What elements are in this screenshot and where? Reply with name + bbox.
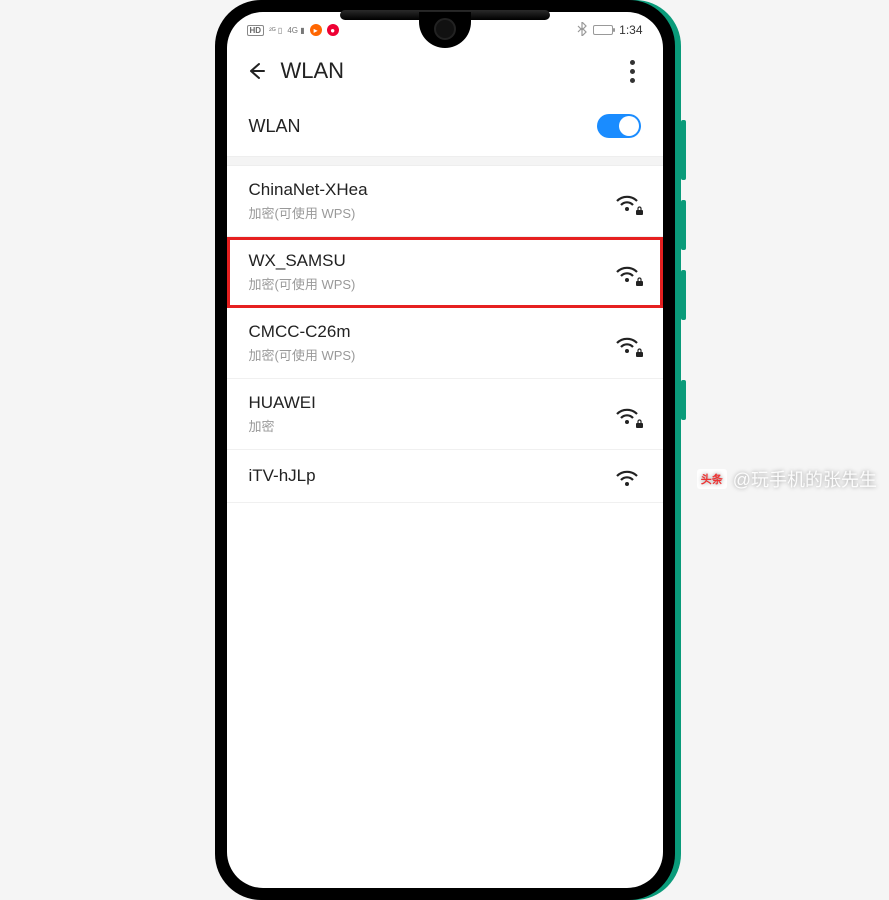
battery-icon xyxy=(593,25,613,35)
wifi-signal-icon xyxy=(613,260,641,284)
more-menu-button[interactable] xyxy=(621,60,645,83)
network-subtitle: 加密(可使用 WPS) xyxy=(249,203,613,222)
watermark-text: @玩手机的张先生 xyxy=(733,466,877,492)
wifi-signal-icon xyxy=(613,331,641,355)
network-list: ChinaNet-XHea 加密(可使用 WPS) WX_SAMSU 加密(可使用 W… xyxy=(227,166,663,503)
network-subtitle: 加密(可使用 WPS) xyxy=(249,274,613,293)
network-subtitle: 加密(可使用 WPS) xyxy=(249,345,613,364)
signal-4g-icon: 4G ▮ xyxy=(287,26,304,35)
lock-icon xyxy=(635,419,644,429)
header: WLAN xyxy=(227,48,663,100)
app-icon: ▸ xyxy=(310,24,322,36)
lock-icon xyxy=(635,348,644,358)
network-text: HUAWEI 加密 xyxy=(249,393,613,435)
wifi-signal-icon xyxy=(613,402,641,426)
network-row[interactable]: WX_SAMSU 加密(可使用 WPS) xyxy=(227,237,663,308)
network-row[interactable]: iTV-hJLp xyxy=(227,450,663,503)
network-row[interactable]: ChinaNet-XHea 加密(可使用 WPS) xyxy=(227,166,663,237)
network-name: CMCC-C26m xyxy=(249,322,613,342)
back-button[interactable] xyxy=(245,60,267,82)
wlan-toggle-label: WLAN xyxy=(249,116,597,137)
wlan-toggle-row[interactable]: WLAN xyxy=(227,100,663,156)
network-name: iTV-hJLp xyxy=(249,466,613,486)
lock-icon xyxy=(635,277,644,287)
wifi-signal-icon xyxy=(613,464,641,488)
signal-2g-icon: ²ᴳ ▯ xyxy=(269,26,282,35)
side-button xyxy=(681,120,686,180)
clock: 1:34 xyxy=(619,23,642,37)
network-subtitle: 加密 xyxy=(249,416,613,435)
side-button xyxy=(681,200,686,250)
lock-icon xyxy=(635,206,644,216)
network-row[interactable]: CMCC-C26m 加密(可使用 WPS) xyxy=(227,308,663,379)
phone-frame: HD ²ᴳ ▯ 4G ▮ ▸ ● 1:34 WLAN xyxy=(215,0,675,900)
network-name: WX_SAMSU xyxy=(249,251,613,271)
network-text: WX_SAMSU 加密(可使用 WPS) xyxy=(249,251,613,293)
side-button xyxy=(681,270,686,320)
network-text: iTV-hJLp xyxy=(249,466,613,486)
network-text: ChinaNet-XHea 加密(可使用 WPS) xyxy=(249,180,613,222)
network-row[interactable]: HUAWEI 加密 xyxy=(227,379,663,450)
network-name: ChinaNet-XHea xyxy=(249,180,613,200)
location-icon: ● xyxy=(327,24,339,36)
watermark-brand: 头条 xyxy=(697,469,727,489)
bluetooth-icon xyxy=(577,22,587,39)
screen: HD ²ᴳ ▯ 4G ▮ ▸ ● 1:34 WLAN xyxy=(227,12,663,888)
wifi-signal-icon xyxy=(613,189,641,213)
wlan-toggle[interactable] xyxy=(597,114,641,138)
section-divider xyxy=(227,156,663,166)
watermark: 头条 @玩手机的张先生 xyxy=(697,466,877,492)
network-name: HUAWEI xyxy=(249,393,613,413)
hd-badge: HD xyxy=(247,25,265,36)
network-text: CMCC-C26m 加密(可使用 WPS) xyxy=(249,322,613,364)
page-title: WLAN xyxy=(281,58,607,84)
side-button xyxy=(681,380,686,420)
